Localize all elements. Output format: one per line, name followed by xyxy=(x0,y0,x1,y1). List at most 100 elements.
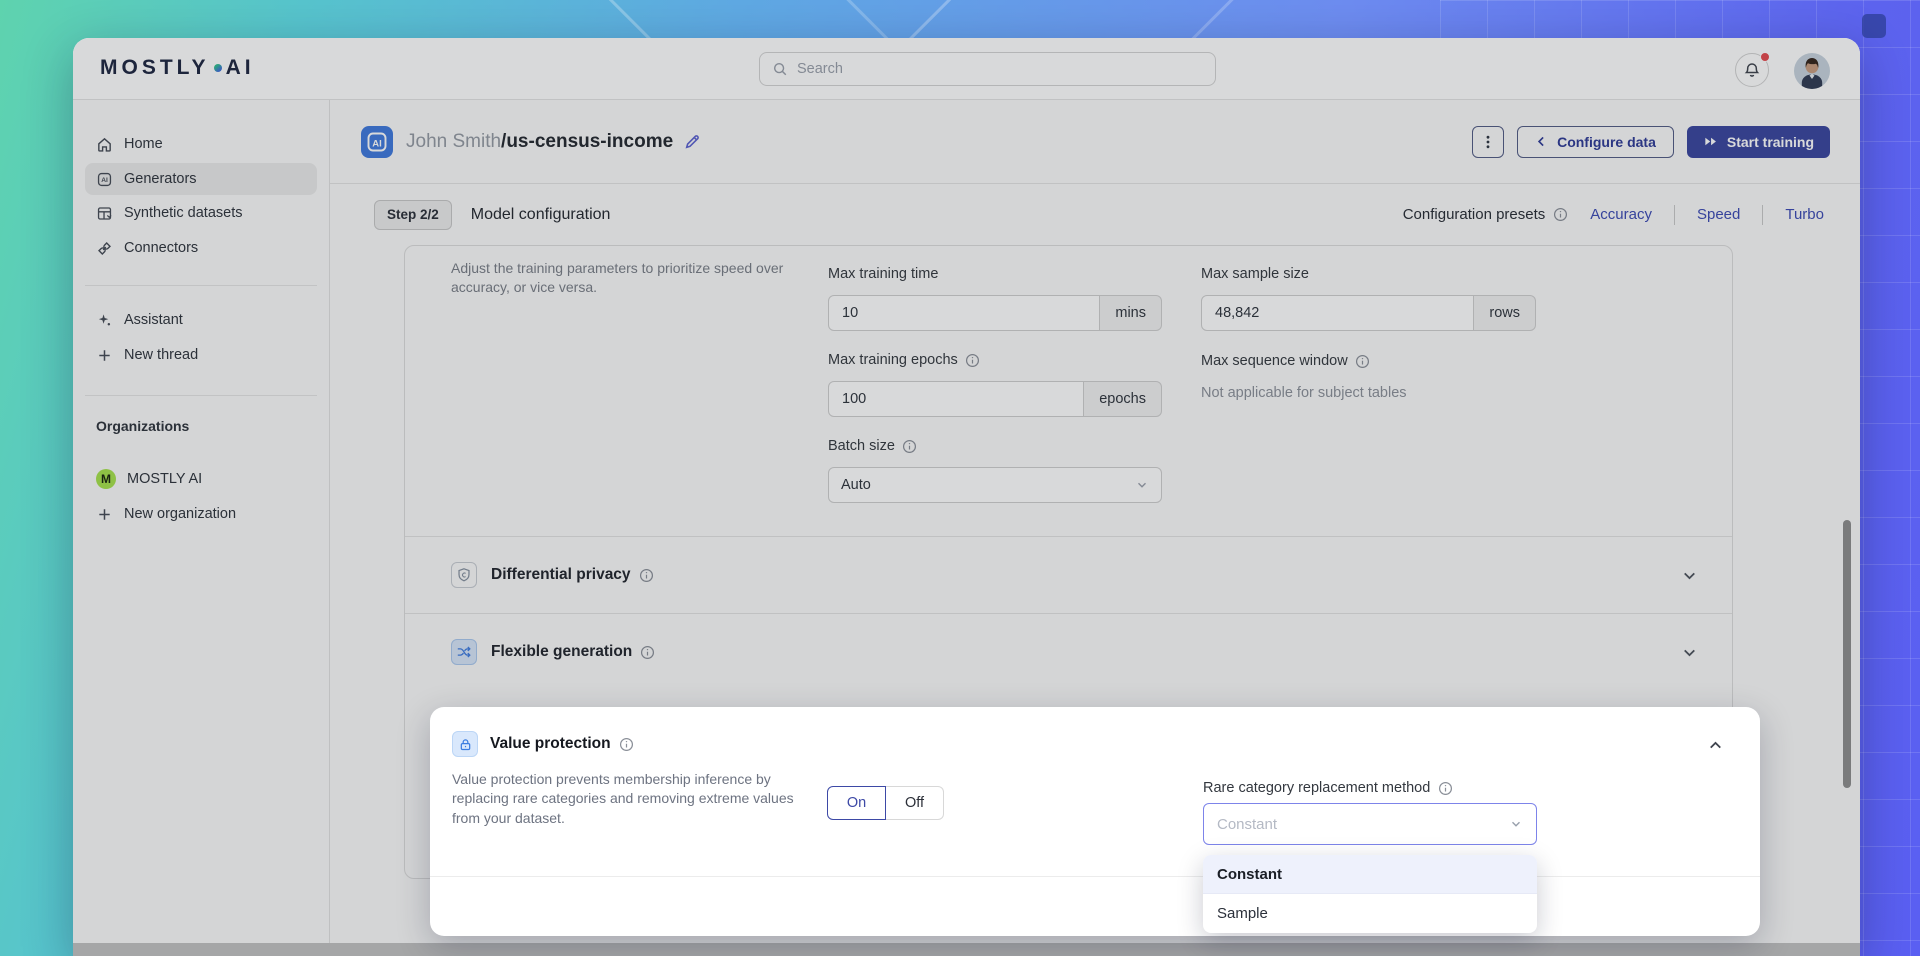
organization-badge: M xyxy=(96,469,116,489)
chevron-down-icon xyxy=(1135,478,1149,492)
logo-text-ai: AI xyxy=(226,56,255,80)
max-sample-size-label: Max sample size xyxy=(1201,266,1309,282)
info-icon[interactable] xyxy=(1553,207,1568,222)
rare-category-label-wrap: Rare category replacement method xyxy=(1203,780,1453,796)
sidebar-item-new-thread[interactable]: New thread xyxy=(85,339,317,371)
organizations-header: Organizations xyxy=(96,418,189,434)
info-icon[interactable] xyxy=(965,353,980,368)
sparkle-icon xyxy=(96,312,113,329)
app-window: MOSTLY AI xyxy=(73,38,1860,956)
home-icon xyxy=(96,136,113,153)
sidebar-item-synthetic-datasets[interactable]: Synthetic datasets xyxy=(85,197,317,229)
dropdown-option-sample[interactable]: Sample xyxy=(1203,894,1537,933)
topbar: MOSTLY AI xyxy=(73,38,1860,100)
generator-ai-icon: AI xyxy=(361,126,393,158)
plus-icon xyxy=(96,347,113,364)
notifications-button[interactable] xyxy=(1735,53,1769,87)
generators-chip-icon: AI xyxy=(96,171,113,188)
configure-data-button[interactable]: Configure data xyxy=(1517,126,1674,158)
max-training-epochs-unit: epochs xyxy=(1084,381,1162,417)
toggle-on-button[interactable]: On xyxy=(827,786,886,820)
global-search[interactable] xyxy=(759,52,1216,86)
logo-text-mostly: MOSTLY xyxy=(100,56,210,80)
configuration-presets: Configuration presets Accuracy Speed Tur… xyxy=(1403,205,1824,225)
step-badge: Step 2/2 xyxy=(374,200,452,230)
window-footer-strip xyxy=(73,943,1860,956)
chevron-down-icon[interactable] xyxy=(1681,567,1698,584)
info-icon[interactable] xyxy=(902,439,917,454)
svg-text:AI: AI xyxy=(372,138,382,149)
sidebar: Home AI Generators Synthetic datasets xyxy=(73,100,330,956)
breadcrumb-owner: John Smith xyxy=(406,131,501,152)
value-protection-card: Value protection Value protection preven… xyxy=(430,707,1760,936)
sidebar-item-label: New organization xyxy=(124,506,236,522)
batch-size-select[interactable]: Auto xyxy=(828,467,1162,503)
logo-dot-icon xyxy=(214,64,222,72)
sidebar-item-label: Assistant xyxy=(124,312,183,328)
chevron-down-icon[interactable] xyxy=(1681,644,1698,661)
max-training-epochs-field: 100 epochs xyxy=(828,381,1162,417)
kebab-icon xyxy=(1480,134,1496,150)
sidebar-divider xyxy=(85,285,317,286)
chevron-up-icon[interactable] xyxy=(1707,737,1724,754)
info-icon[interactable] xyxy=(619,737,634,752)
search-icon xyxy=(772,61,788,77)
sidebar-item-generators[interactable]: AI Generators xyxy=(85,163,317,195)
max-training-time-input[interactable]: 10 xyxy=(828,295,1100,331)
chevron-down-icon xyxy=(1509,817,1523,831)
card-divider xyxy=(430,876,1760,877)
preset-speed[interactable]: Speed xyxy=(1697,206,1740,223)
datasets-table-icon xyxy=(96,205,113,222)
max-training-epochs-input[interactable]: 100 xyxy=(828,381,1084,417)
info-icon[interactable] xyxy=(1355,354,1370,369)
preset-accuracy[interactable]: Accuracy xyxy=(1590,206,1652,223)
value-protection-description: Value protection prevents membership inf… xyxy=(452,770,804,828)
differential-privacy-section[interactable]: Differential privacy xyxy=(405,536,1732,613)
generator-header-row: AI John Smith/us-census-income Con xyxy=(330,100,1860,184)
wallpaper-accent-square xyxy=(1862,14,1886,38)
search-input[interactable] xyxy=(797,61,1203,77)
batch-size-label: Batch size xyxy=(828,438,917,454)
max-sample-size-input[interactable]: 48,842 xyxy=(1201,295,1474,331)
flexible-generation-label: Flexible generation xyxy=(491,643,632,661)
generator-name: us-census-income xyxy=(506,131,673,152)
svg-text:AI: AI xyxy=(101,177,108,184)
plus-icon xyxy=(96,506,113,523)
edit-name-icon[interactable] xyxy=(683,132,702,151)
max-training-time-label: Max training time xyxy=(828,266,938,282)
start-training-button[interactable]: Start training xyxy=(1687,126,1830,158)
sidebar-item-label: New thread xyxy=(124,347,198,363)
chevron-left-icon xyxy=(1535,135,1548,148)
dropdown-option-constant[interactable]: Constant xyxy=(1203,855,1537,894)
max-sequence-window-note: Not applicable for subject tables xyxy=(1201,385,1407,401)
lock-icon xyxy=(452,731,478,757)
sidebar-item-new-organization[interactable]: New organization xyxy=(85,498,317,530)
flexible-generation-section[interactable]: Flexible generation xyxy=(405,613,1732,690)
info-icon[interactable] xyxy=(640,645,655,660)
info-icon[interactable] xyxy=(1438,781,1453,796)
sidebar-item-organization-mostly-ai[interactable]: M MOSTLY AI xyxy=(85,463,317,495)
rare-category-select[interactable]: Constant xyxy=(1203,803,1537,845)
sidebar-item-label: Generators xyxy=(124,171,197,187)
value-protection-title: Value protection xyxy=(490,735,611,753)
sidebar-item-home[interactable]: Home xyxy=(85,128,317,160)
value-protection-title-wrap: Value protection xyxy=(490,735,634,753)
organization-label: MOSTLY AI xyxy=(127,471,202,487)
value-protection-toggle: On Off xyxy=(827,786,944,820)
more-actions-button[interactable] xyxy=(1472,126,1504,158)
scrollbar-thumb[interactable] xyxy=(1843,520,1851,788)
info-icon[interactable] xyxy=(639,568,654,583)
sidebar-item-connectors[interactable]: Connectors xyxy=(85,232,317,264)
sidebar-item-assistant[interactable]: Assistant xyxy=(85,304,317,336)
preset-turbo[interactable]: Turbo xyxy=(1785,206,1824,223)
max-training-epochs-label: Max training epochs xyxy=(828,352,980,368)
training-parameters-description: Adjust the training parameters to priori… xyxy=(451,259,799,297)
connector-plug-icon xyxy=(96,240,113,257)
differential-privacy-label-wrap: Differential privacy xyxy=(491,566,654,584)
max-sample-size-field: 48,842 rows xyxy=(1201,295,1536,331)
toggle-off-button[interactable]: Off xyxy=(886,786,944,820)
user-avatar[interactable] xyxy=(1794,53,1830,89)
max-training-time-field: 10 mins xyxy=(828,295,1162,331)
sidebar-divider xyxy=(85,395,317,396)
configure-data-label: Configure data xyxy=(1557,134,1656,150)
